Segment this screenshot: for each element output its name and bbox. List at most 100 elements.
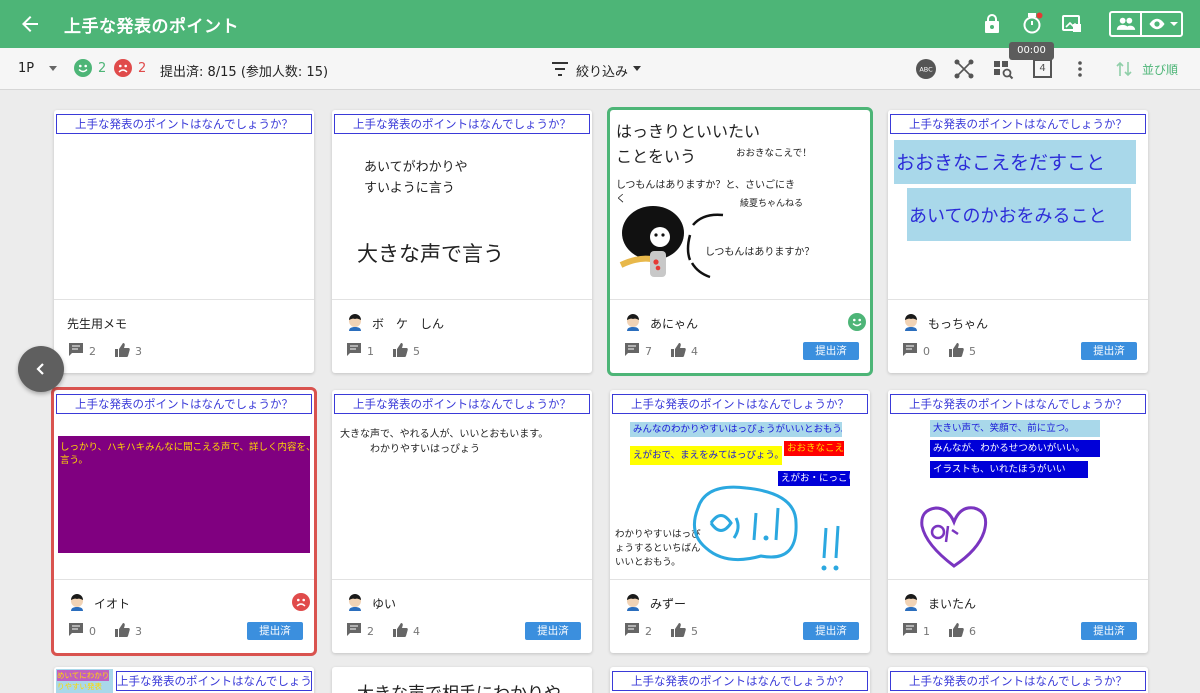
note-text: 大きな声で、やれる人が、いいとおもいます。 [340,429,549,440]
comment-icon[interactable] [624,342,640,358]
share-network-icon[interactable] [953,58,975,80]
sort-icon[interactable] [1113,58,1135,80]
card[interactable]: 上手な発表のポイントはなんでしょうか？ しっかり、ハキハキみんなに聞こえる声で、… [51,387,317,656]
card-content: 大きな声で、やれる人が、いいとおもいます。 わかりやすいはっぴょう [332,416,592,579]
card[interactable]: 上手な発表のポイントはなんでしょうか？ [610,667,870,693]
eye-icon [1149,18,1165,30]
number-box[interactable]: 4 [1033,59,1052,78]
card-content: はっきりといいたい ことをいう おおきなこえで！ しつもんはありますか？と、さい… [610,110,870,299]
comment-icon[interactable] [624,622,640,638]
avatar-icon [71,594,83,611]
avatar-icon [349,314,361,331]
like-icon[interactable] [948,622,964,638]
timer-icon[interactable] [1020,12,1044,36]
card[interactable]: 上手な発表のポイントはなんでしょうか？ 大きい声で、笑顔で、前に立つ。 みんなが… [888,390,1148,653]
grid-search-icon[interactable] [992,58,1014,80]
note-text: 大きな声で言う [357,242,504,266]
like-count: 5 [691,625,698,638]
comment-icon[interactable] [68,342,84,358]
card[interactable]: 上手な発表のポイントはなんでしょうか？ みんなのわかりやすいはっぴょうがいいとお… [610,390,870,653]
back-arrow-icon[interactable] [18,12,42,36]
like-icon[interactable] [392,622,408,638]
note-text: みんなのわかりやすいはっぴょうがいいとおもう。 [630,422,842,437]
comment-count: 2 [645,625,652,638]
lock-icon[interactable] [980,12,1004,36]
sort-button[interactable]: 並び順 [1142,61,1178,78]
smile-icon[interactable] [74,59,92,77]
smile-icon [848,313,866,331]
caret-down-icon [1170,22,1178,26]
avatar-icon [627,314,639,331]
note-text: 綾夏ちゃんねる [740,199,804,209]
like-icon[interactable] [948,342,964,358]
page-title: 上手な発表のポイント [64,17,239,37]
card[interactable]: 上手な発表のポイントはなんでしょうか？ 大きな声で、やれる人が、いいとおもいます… [332,390,592,653]
submitted-badge: 提出済 [803,342,859,360]
like-icon[interactable] [670,342,686,358]
view-toggle[interactable] [1109,11,1183,37]
caret-down-icon[interactable] [48,65,58,73]
note-text: みんなが、わかるせつめいがいい。 [930,440,1100,457]
bad-count: 2 [138,61,147,76]
frown-icon [292,593,310,611]
card[interactable]: 上手な発表のポイントはなんでしょうか？ [888,667,1148,693]
comment-icon[interactable] [902,342,918,358]
comment-icon[interactable] [68,622,84,638]
comment-icon[interactable] [346,622,362,638]
card[interactable]: 上手な発表のポイントはなんでしょうか？ おおきなこえをだすこと あいてのかおをみ… [888,110,1148,373]
note-text: わかりやすいはっぴょう [370,444,480,455]
heart-drawing [920,506,988,568]
drawing-illustration [692,485,840,571]
filter-button[interactable]: 絞り込み [576,61,628,80]
like-icon[interactable] [670,622,686,638]
comment-icon[interactable] [346,342,362,358]
app-header: 上手な発表のポイント [0,0,1200,48]
card[interactable]: 上手な発表のポイントはなんでしょうか？ あいてがわかりや すいように言う 大きな… [332,110,592,373]
svg-text:ABC: ABC [919,66,933,74]
more-vert-icon[interactable] [1069,58,1091,80]
like-icon[interactable] [114,342,130,358]
avatar-icon [905,314,917,331]
note-text: いいとおもう。 [615,557,681,568]
card-content: おおきなこえをだすこと あいてのかおをみること [888,136,1148,299]
note-text: おおきなこえ [784,441,844,456]
comment-count: 1 [923,625,930,638]
card[interactable]: めいてにわかり りやすい発表 上手な発表のポイントはなんでしょうか？ [54,667,314,693]
filter-icon[interactable] [551,61,569,77]
comment-count: 0 [89,625,96,638]
note-text: しっかり、ハキハキみんなに聞こえる声で、詳しく内容を、 [60,442,314,453]
card[interactable]: はっきりといいたい ことをいう おおきなこえで！ しつもんはありますか？と、さい… [607,107,873,376]
card[interactable]: 大きな声で相手にわかりや [332,667,592,693]
author-name: ゆい [372,597,397,611]
previous-page-button[interactable] [18,346,64,392]
card[interactable]: 上手な発表のポイントはなんでしょうか？ 先生用メモ 2 3 [54,110,314,373]
card-content: みんなのわかりやすいはっぴょうがいいとおもう。 おおきなこえ えがおで、まえをみ… [610,416,870,579]
caret-down-icon[interactable] [632,65,642,73]
image-icon[interactable] [1060,12,1084,36]
like-icon[interactable] [392,342,408,358]
comment-count: 1 [367,345,374,358]
avatar-icon [627,594,639,611]
note-text: ことをいう [616,147,697,166]
question-label: 上手な発表のポイントはなんでしょうか？ [612,394,868,414]
note-text: おおきなこえで！ [736,148,812,159]
question-label: 上手な発表のポイントはなんでしょうか？ [116,671,312,691]
author-name: あにゃん [650,317,699,331]
note-text: はっきりといいたい [616,122,761,141]
like-count: 3 [135,625,142,638]
card-content: 大きい声で、笑顔で、前に立つ。 みんなが、わかるせつめいがいい。 イラストも、い… [888,416,1148,579]
submitted-badge: 提出済 [1081,342,1137,360]
spellcheck-icon[interactable]: ABC [915,58,937,80]
author-name: イオト [94,597,131,611]
question-label: 上手な発表のポイントはなんでしょうか？ [890,671,1146,691]
frown-icon[interactable] [114,59,132,77]
comment-icon[interactable] [902,622,918,638]
comment-count: 7 [645,345,652,358]
note-text: 大きい声で、笑顔で、前に立つ。 [930,420,1100,437]
question-label: 上手な発表のポイントはなんでしょうか？ [56,394,312,414]
like-icon[interactable] [114,622,130,638]
like-count: 5 [413,345,420,358]
people-icon [1116,17,1136,30]
submitted-badge: 提出済 [247,622,303,640]
page-selector[interactable]: 1P [18,61,34,76]
